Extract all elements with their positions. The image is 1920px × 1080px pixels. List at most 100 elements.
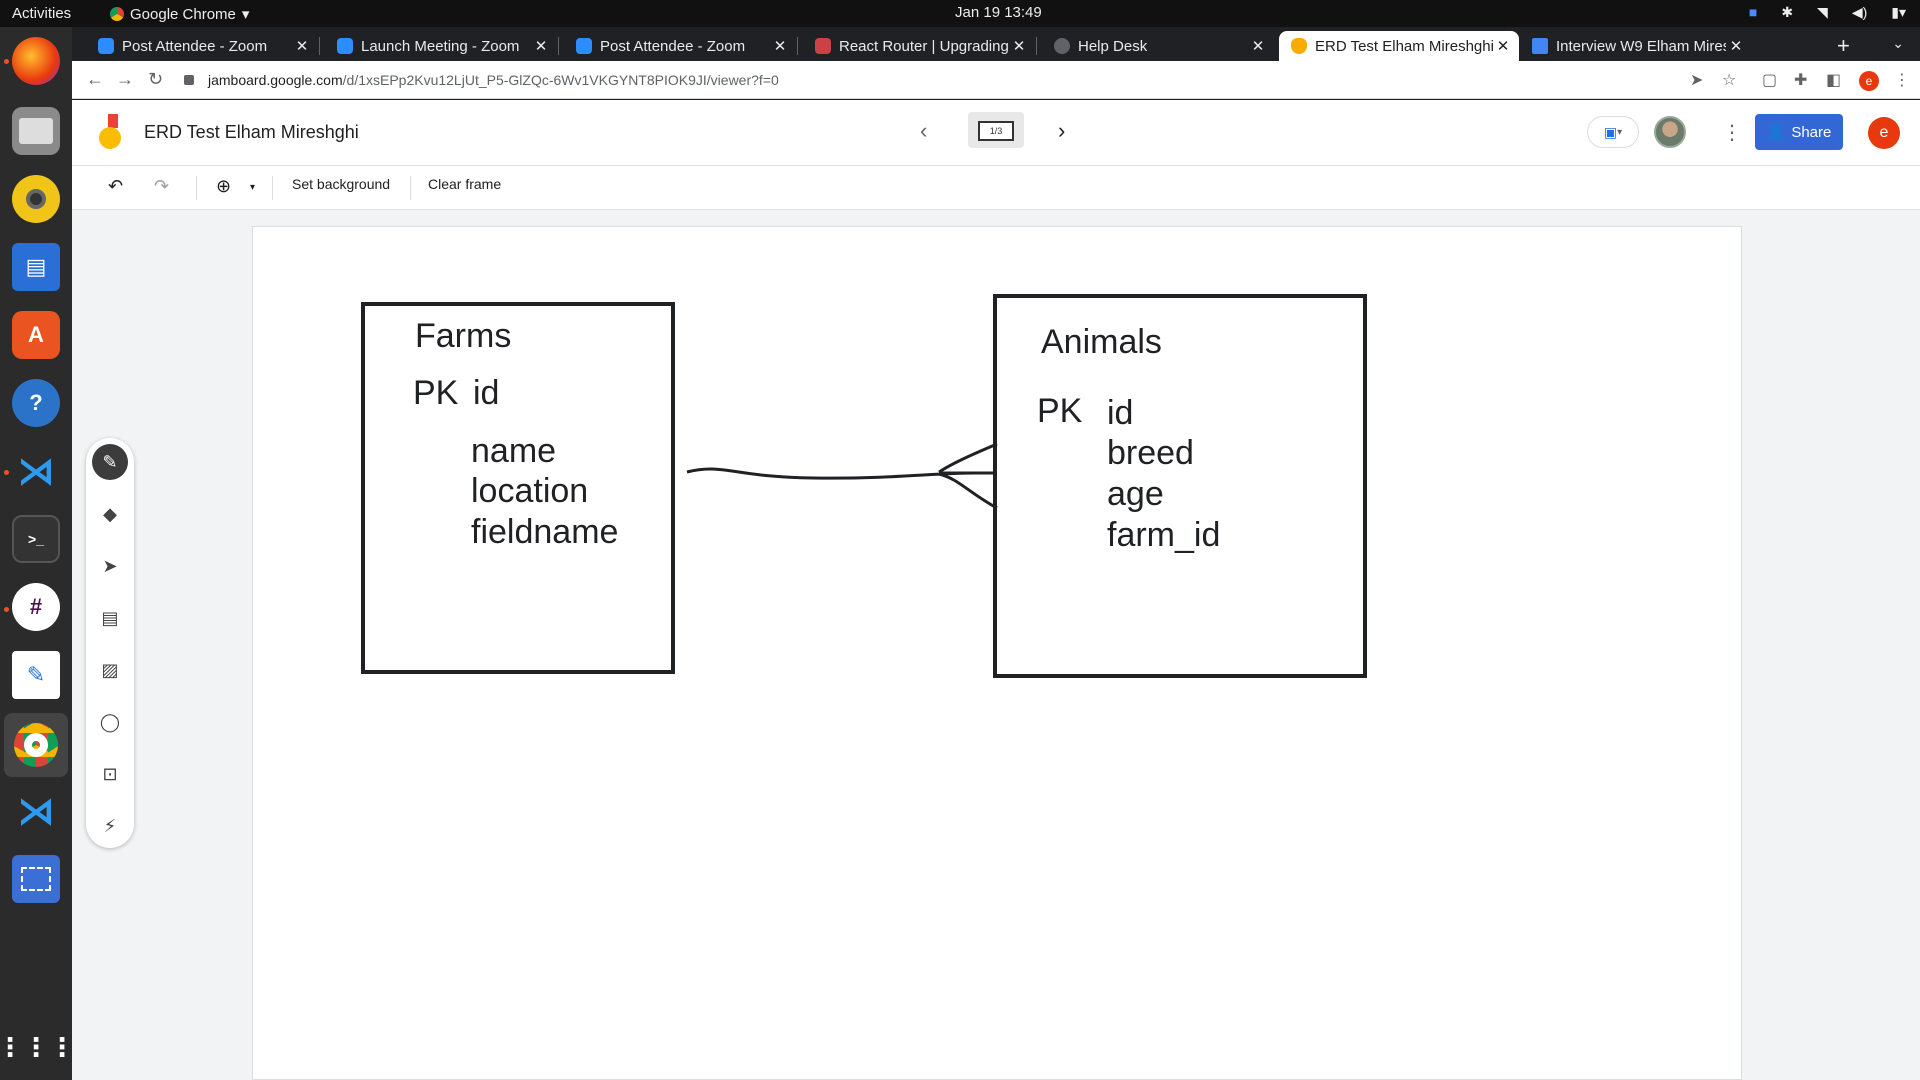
add-image-icon[interactable]: ▨ bbox=[92, 652, 128, 688]
next-frame-icon[interactable]: › bbox=[1058, 118, 1065, 144]
writer-icon[interactable]: ▤ bbox=[12, 243, 60, 291]
system-top-bar: Activities Google Chrome ▾ Jan 19 13:49 … bbox=[0, 0, 1920, 27]
jamboard-header: ERD Test Elham Mireshghi ‹ 1/3 › ▣ ▾ ⋮ 👤… bbox=[72, 100, 1920, 166]
pen-tool-icon[interactable]: ✎ bbox=[92, 444, 128, 480]
zoom-dropdown-icon[interactable]: ▾ bbox=[250, 182, 255, 193]
zoom-tray-icon[interactable]: ■ bbox=[1749, 4, 1757, 21]
firefox-icon[interactable] bbox=[12, 37, 60, 85]
tab-label: React Router | Upgrading bbox=[839, 37, 1009, 55]
lock-icon[interactable] bbox=[184, 75, 194, 85]
toolbar-divider bbox=[272, 176, 273, 200]
tab-react-router[interactable]: React Router | Upgrading ✕ bbox=[803, 31, 1035, 61]
redo-icon[interactable]: ↷ bbox=[154, 176, 169, 197]
laser-tool-icon[interactable]: ⚡ bbox=[92, 808, 128, 844]
jamboard-logo[interactable] bbox=[98, 114, 124, 150]
collaborator-avatar[interactable] bbox=[1654, 116, 1686, 148]
clock[interactable]: Jan 19 13:49 bbox=[955, 4, 1042, 21]
clear-frame-button[interactable]: Clear frame bbox=[428, 176, 501, 192]
back-icon[interactable]: ← bbox=[86, 69, 104, 90]
jamboard-toolbar: ↶ ↷ ⊕ ▾ Set background Clear frame bbox=[72, 166, 1920, 210]
close-icon[interactable]: ✕ bbox=[1726, 37, 1746, 55]
puzzle-extensions-icon[interactable]: ✚ bbox=[1794, 70, 1807, 90]
globe-icon bbox=[1054, 38, 1070, 54]
tab-label: ERD Test Elham Mireshghi bbox=[1315, 37, 1493, 55]
close-icon[interactable]: ✕ bbox=[1493, 37, 1513, 55]
text-editor-icon[interactable]: ✎ bbox=[12, 651, 60, 699]
extension-icon[interactable]: ▢ bbox=[1762, 70, 1777, 90]
rhythmbox-icon[interactable] bbox=[12, 175, 60, 223]
tab-interview-w9[interactable]: Interview W9 Elham Mireshghi ✕ bbox=[1520, 31, 1752, 61]
wifi-icon[interactable]: ◥ bbox=[1817, 4, 1828, 21]
software-center-icon[interactable]: A bbox=[12, 311, 60, 359]
share-button[interactable]: 👤 Share bbox=[1755, 114, 1843, 150]
share-label: Share bbox=[1791, 123, 1832, 141]
bookmark-star-icon[interactable]: ☆ bbox=[1722, 70, 1736, 90]
sticky-note-icon[interactable]: ▤ bbox=[92, 600, 128, 636]
jamboard-icon bbox=[1291, 38, 1307, 54]
close-icon[interactable]: ✕ bbox=[1009, 37, 1029, 55]
zoom-icon bbox=[576, 38, 592, 54]
zoom-icon[interactable]: ⊕ bbox=[216, 176, 231, 197]
tab-separator bbox=[558, 37, 559, 55]
browser-tab-strip: Post Attendee - Zoom ✕ Launch Meeting - … bbox=[72, 27, 1920, 61]
help-icon[interactable]: ? bbox=[12, 379, 60, 427]
chrome-menu-icon[interactable]: ⋮ bbox=[1894, 70, 1910, 90]
canvas-area: Farms PK id name location fieldname Anim… bbox=[72, 210, 1920, 1080]
account-avatar[interactable]: e bbox=[1868, 117, 1900, 149]
volume-icon[interactable]: ◀) bbox=[1852, 4, 1867, 21]
close-icon[interactable]: ✕ bbox=[1248, 37, 1268, 55]
vscode-icon[interactable]: ⋊ bbox=[12, 787, 60, 835]
more-options-icon[interactable]: ⋮ bbox=[1722, 120, 1742, 145]
frame-bar-toggle[interactable]: 1/3 bbox=[968, 112, 1024, 148]
tab-post-attendee-zoom-2[interactable]: Post Attendee - Zoom ✕ bbox=[564, 31, 796, 61]
tab-post-attendee-zoom[interactable]: Post Attendee - Zoom ✕ bbox=[86, 31, 318, 61]
side-panel-icon[interactable]: ◧ bbox=[1826, 70, 1841, 90]
reload-icon[interactable]: ↻ bbox=[148, 69, 163, 90]
system-tray[interactable]: ■ ✱ ◥ ◀) ▮▾ bbox=[1749, 4, 1906, 21]
slack-icon[interactable]: # bbox=[12, 583, 60, 631]
terminal-icon[interactable]: >_ bbox=[12, 515, 60, 563]
show-applications-icon[interactable]: ⋮⋮⋮ bbox=[0, 1023, 75, 1071]
tab-help-desk[interactable]: Help Desk ✕ bbox=[1042, 31, 1274, 61]
document-title[interactable]: ERD Test Elham Mireshghi bbox=[144, 122, 359, 143]
previous-frame-icon[interactable]: ‹ bbox=[920, 118, 927, 144]
profile-avatar[interactable]: e bbox=[1859, 71, 1879, 91]
react-router-icon bbox=[815, 38, 831, 54]
address-bar[interactable]: jamboard.google.com/d/1xsEPp2Kvu12LjUt_P… bbox=[184, 65, 1764, 95]
vscode-icon[interactable]: ⋊ bbox=[12, 447, 60, 495]
tab-separator bbox=[797, 37, 798, 55]
eraser-tool-icon[interactable]: ◆ bbox=[92, 496, 128, 532]
close-icon[interactable]: ✕ bbox=[531, 37, 551, 55]
browser-toolbar: ← → ↻ jamboard.google.com/d/1xsEPp2Kvu12… bbox=[72, 61, 1920, 99]
forward-icon[interactable]: → bbox=[116, 69, 134, 90]
present-button[interactable]: ▣ ▾ bbox=[1587, 116, 1639, 148]
tab-label: Post Attendee - Zoom bbox=[600, 37, 746, 55]
files-icon[interactable] bbox=[12, 107, 60, 155]
send-tab-icon[interactable]: ➤ bbox=[1690, 70, 1703, 90]
jam-frame[interactable]: Farms PK id name location fieldname Anim… bbox=[252, 226, 1742, 1080]
url-path: /d/1xsEPp2Kvu12LjUt_P5-GlZQc-6Wv1VKGYNT8… bbox=[342, 72, 779, 88]
screenshot-icon[interactable] bbox=[12, 855, 60, 903]
drawing-tools-panel: ✎ ◆ ➤ ▤ ▨ ◯ ⊡ ⚡ bbox=[86, 438, 134, 848]
close-icon[interactable]: ✕ bbox=[770, 37, 790, 55]
chrome-dock-icon[interactable] bbox=[4, 713, 68, 777]
select-tool-icon[interactable]: ➤ bbox=[92, 548, 128, 584]
activities-button[interactable]: Activities bbox=[12, 5, 71, 22]
set-background-button[interactable]: Set background bbox=[292, 176, 390, 192]
relationship-connector[interactable] bbox=[253, 227, 1743, 1080]
new-tab-button[interactable]: + bbox=[1837, 33, 1850, 59]
tab-launch-meeting-zoom[interactable]: Launch Meeting - Zoom ✕ bbox=[325, 31, 557, 61]
undo-icon[interactable]: ↶ bbox=[108, 176, 123, 197]
toolbar-divider bbox=[196, 176, 197, 200]
tab-label: Help Desk bbox=[1078, 37, 1148, 55]
tab-search-icon[interactable]: ⌄ bbox=[1892, 35, 1904, 52]
close-icon[interactable]: ✕ bbox=[292, 37, 312, 55]
app-menu[interactable]: Google Chrome ▾ bbox=[110, 5, 249, 23]
battery-icon[interactable]: ▮▾ bbox=[1891, 4, 1906, 21]
text-box-icon[interactable]: ⊡ bbox=[92, 756, 128, 792]
shape-tool-icon[interactable]: ◯ bbox=[92, 704, 128, 740]
tab-erd-test-active[interactable]: ERD Test Elham Mireshghi ✕ bbox=[1279, 31, 1519, 61]
network-settings-icon[interactable]: ✱ bbox=[1781, 4, 1793, 21]
person-add-icon: 👤 bbox=[1766, 124, 1786, 141]
tab-label: Interview W9 Elham Mireshghi bbox=[1556, 37, 1726, 55]
